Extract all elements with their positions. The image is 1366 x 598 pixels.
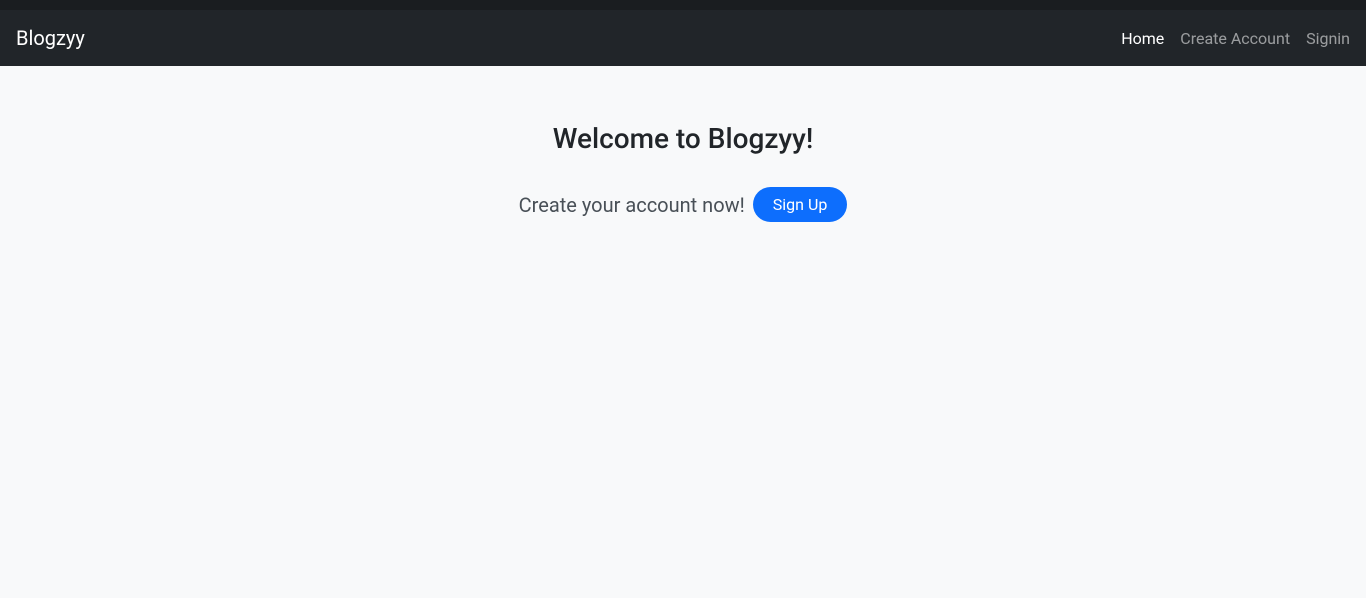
navbar-nav: Home Create Account Signin: [1121, 29, 1350, 48]
cta-text: Create your account now!: [519, 193, 745, 217]
main-content: Welcome to Blogzyy! Create your account …: [0, 66, 1366, 222]
nav-link-signin[interactable]: Signin: [1306, 29, 1350, 48]
navbar: Blogzyy Home Create Account Signin: [0, 10, 1366, 66]
nav-link-create-account[interactable]: Create Account: [1180, 29, 1290, 48]
cta-row: Create your account now! Sign Up: [0, 187, 1366, 222]
signup-button[interactable]: Sign Up: [753, 187, 848, 222]
navbar-brand[interactable]: Blogzyy: [16, 26, 85, 50]
nav-link-home[interactable]: Home: [1121, 29, 1164, 48]
welcome-heading: Welcome to Blogzyy!: [0, 122, 1366, 155]
top-shadow-bar: [0, 0, 1366, 10]
